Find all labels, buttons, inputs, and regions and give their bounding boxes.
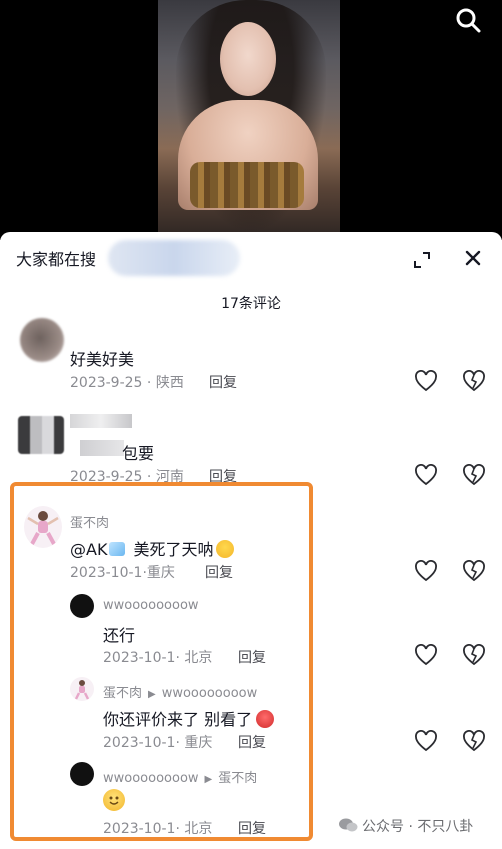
broken-heart-icon[interactable] [462, 464, 486, 486]
broken-heart-icon[interactable] [462, 560, 486, 582]
search-suggestion[interactable]: 大家都在搜 [16, 246, 96, 270]
figure-icon [74, 680, 90, 700]
reply-arrow-icon: ▶ [204, 774, 213, 785]
reply-meta: 2023-10-1· 北京 [103, 650, 213, 666]
heart-icon[interactable] [414, 560, 438, 582]
reply-author[interactable]: wwoooooooow [103, 771, 199, 786]
avatar[interactable] [70, 677, 94, 701]
comment-region: 陕西 [155, 375, 184, 391]
broken-heart-icon[interactable] [462, 730, 486, 752]
blurred-search-term [108, 240, 240, 276]
reply-date: 2023-10-1 [103, 821, 176, 837]
figure-icon [27, 511, 59, 545]
watermark: 公众号 · 不只八卦 [362, 819, 474, 835]
close-icon[interactable] [461, 246, 485, 270]
video-thumbnail [158, 0, 340, 240]
smile-emoji-icon [103, 789, 125, 811]
reply-meta: 2023-10-1· 北京 [103, 821, 213, 837]
comment-date: 2023-9-25 [70, 375, 143, 391]
reply-region: 北京 [184, 650, 213, 666]
video-area[interactable] [0, 0, 502, 240]
reply-button[interactable]: 回复 [238, 732, 266, 752]
comment-username[interactable]: 蛋不肉 [70, 512, 109, 531]
search-icon[interactable] [454, 6, 482, 34]
reply-region: 重庆 [184, 735, 213, 751]
reply-target[interactable]: wwoooooooow [162, 686, 258, 701]
angry-emoji-icon [256, 710, 275, 728]
comment-count: 17条评论 [221, 296, 281, 312]
reply-date: 2023-10-1 [103, 650, 176, 666]
avatar[interactable] [24, 506, 62, 548]
avatar[interactable] [70, 594, 94, 618]
reply-meta: 2023-10-1· 重庆 [103, 735, 213, 751]
reply-button[interactable]: 回复 [205, 562, 233, 582]
search-prefix: 大家都在搜 [16, 250, 97, 269]
reply-username[interactable]: wwoooooooow [103, 598, 199, 613]
reply-username: wwoooooooow ▶ 蛋不肉 [103, 767, 257, 786]
reply-target[interactable]: 蛋不肉 [218, 771, 257, 786]
blurred-text [80, 440, 124, 456]
comment-text: @AK 美死了天呐 [70, 536, 235, 560]
comment-region: 重庆 [146, 565, 175, 581]
heart-icon[interactable] [414, 370, 438, 392]
reply-arrow-icon: ▶ [148, 689, 156, 700]
mention[interactable]: @AK [70, 540, 107, 559]
avatar[interactable] [18, 416, 64, 454]
heart-icon[interactable] [414, 730, 438, 752]
comment-meta: 2023-10-1·重庆 [70, 565, 175, 581]
heart-icon[interactable] [414, 644, 438, 666]
reply-body: 你还评价来了 别看了 [103, 710, 253, 729]
wechat-icon [339, 818, 358, 832]
reply-date: 2023-10-1 [103, 735, 176, 751]
broken-heart-icon[interactable] [462, 370, 486, 392]
ice-emoji-icon [109, 542, 126, 556]
comment-body: 美死了天呐 [133, 540, 214, 559]
reply-author[interactable]: 蛋不肉 [103, 686, 142, 701]
reply-button[interactable]: 回复 [238, 818, 266, 838]
reply-username: 蛋不肉 ▶ wwoooooooow [103, 682, 257, 701]
heart-icon[interactable] [414, 464, 438, 486]
avatar[interactable] [70, 762, 94, 786]
comment-text: 好美好美 [70, 350, 135, 369]
reply-text: 你还评价来了 别看了 [103, 706, 275, 730]
crying-emoji-icon [216, 540, 235, 558]
comment-text: 包要 [122, 444, 155, 463]
reply-button[interactable]: 回复 [238, 647, 266, 667]
reply-region: 北京 [184, 821, 213, 837]
comment-meta: 2023-9-25 · 陕西 [70, 375, 184, 391]
avatar[interactable] [20, 318, 64, 362]
reply-text: 还行 [103, 626, 136, 645]
broken-heart-icon[interactable] [462, 644, 486, 666]
comment-date: 2023-10-1 [70, 565, 143, 581]
reply-button[interactable]: 回复 [209, 372, 237, 392]
expand-icon[interactable] [410, 248, 434, 272]
blurred-username [70, 414, 132, 428]
